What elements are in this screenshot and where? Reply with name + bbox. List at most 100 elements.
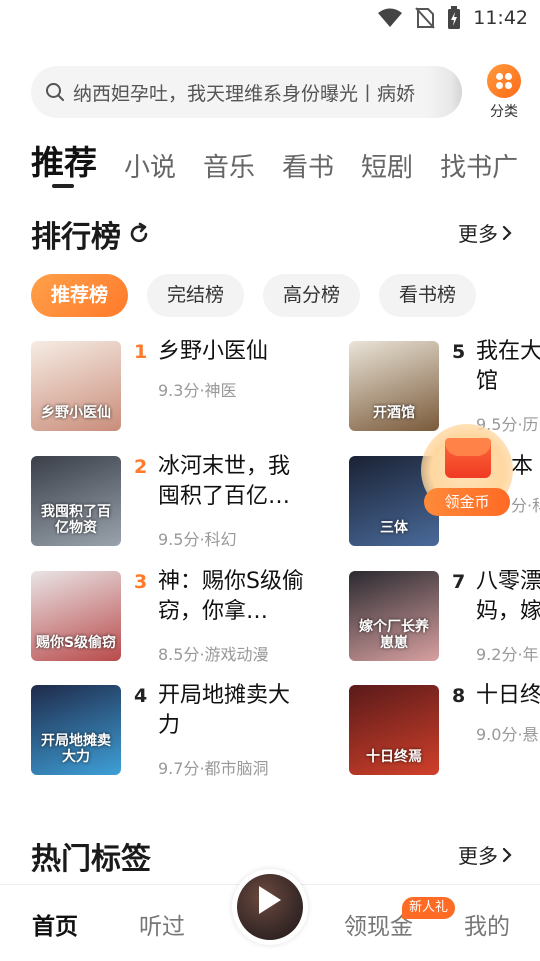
book-title-line: 冰河末世，我囤积了百亿…	[158, 454, 291, 509]
battery-charging-icon	[448, 6, 461, 29]
tab-novel[interactable]: 小说	[124, 147, 176, 184]
rank-item[interactable]: 嫁个厂长养崽崽 7 八零漂 妈，嫁 9.2分·年	[349, 569, 540, 664]
category-icon	[487, 64, 521, 98]
cover-title: 三体	[380, 520, 408, 536]
cover-title: 我囤积了百亿物资	[41, 504, 111, 536]
book-cover[interactable]: 嫁个厂长养崽崽	[349, 571, 439, 661]
book-title: 开局地摊卖大力	[158, 681, 308, 741]
top-tabs: 推荐 小说 音乐 看书 短剧 找书广	[31, 136, 540, 192]
book-meta: 9.0分·悬	[476, 725, 539, 744]
rank-item[interactable]: 十日终焉 8 十日终 9.0分·悬	[349, 683, 540, 777]
book-cover[interactable]: 赐你S级偷窃	[31, 571, 121, 661]
search-placeholder: 纳西妲孕吐，我天理维系身份曝光丨病娇	[73, 82, 416, 105]
search-icon	[46, 83, 64, 101]
ranking-title-text: 排行榜	[31, 220, 121, 255]
player-button[interactable]	[232, 869, 308, 945]
cover-title: 开酒馆	[373, 405, 415, 421]
ranking-header: 排行榜 更多	[31, 212, 512, 255]
nav-profile[interactable]: 我的	[464, 907, 510, 941]
new-user-badge: 新人礼	[402, 897, 456, 919]
search-input[interactable]: 纳西妲孕吐，我天理维系身份曝光丨病娇	[31, 66, 462, 118]
search-row: 纳西妲孕吐，我天理维系身份曝光丨病娇 分类	[31, 64, 531, 120]
rank-number: 1	[134, 341, 148, 363]
rank-number: 4	[134, 685, 148, 707]
search-fade	[426, 66, 462, 118]
rank-number: 5	[452, 341, 466, 363]
ranking-title: 排行榜	[31, 212, 512, 256]
book-title: 我在大馆	[476, 337, 540, 397]
book-cover[interactable]: 我囤积了百亿物资	[31, 456, 121, 546]
tab-music[interactable]: 音乐	[203, 147, 255, 184]
book-cover[interactable]: 开酒馆	[349, 341, 439, 431]
chip-completed[interactable]: 完结榜	[147, 274, 245, 317]
rank-number: 7	[452, 571, 466, 593]
book-title: 八零漂妈，嫁	[476, 567, 540, 627]
hot-tags-more-label: 更多	[458, 844, 498, 868]
book-meta: 8.5分·游戏动漫	[158, 645, 269, 664]
book-title-line: 十日终	[476, 683, 540, 708]
book-title: 冰河末世，我囤积了百亿…	[158, 452, 308, 512]
status-icons: 11:42	[377, 4, 528, 32]
nav-home[interactable]: 首页	[32, 907, 78, 941]
tab-find-book[interactable]: 找书广	[440, 147, 518, 184]
rank-number: 8	[452, 685, 466, 707]
rank-number: 3	[134, 571, 148, 593]
ranking-chips: 推荐榜 完结榜 高分榜 看书榜	[31, 274, 540, 318]
red-envelope-flap	[445, 438, 491, 456]
book-meta: 9.3分·神医	[158, 381, 237, 400]
rank-number: 2	[134, 456, 148, 478]
hot-tags-more-link[interactable]: 更多	[458, 840, 512, 869]
chevron-right-icon	[502, 847, 512, 862]
book-title: 乡野小医仙	[158, 337, 308, 367]
book-meta: 分·科	[511, 496, 540, 515]
book-cover[interactable]: 开局地摊卖大力	[31, 685, 121, 775]
book-title-line: 八零漂	[476, 569, 540, 594]
tab-recommend[interactable]: 推荐	[31, 136, 97, 184]
rank-item[interactable]: 赐你S级偷窃 3 神：赐你S级偷窃，你拿… 8.5分·游戏动漫	[31, 569, 331, 664]
nav-history[interactable]: 听过	[139, 907, 185, 941]
tab-read[interactable]: 看书	[282, 147, 334, 184]
category-button[interactable]: 分类	[477, 64, 531, 120]
status-time: 11:42	[473, 7, 528, 29]
book-title-line: 本	[511, 454, 534, 479]
tab-short-drama[interactable]: 短剧	[361, 147, 413, 184]
book-meta: 9.5分·科幻	[158, 530, 237, 549]
no-sim-icon	[415, 7, 435, 29]
rank-item[interactable]: 开局地摊卖大力 4 开局地摊卖大力 9.7分·都市脑洞	[31, 683, 331, 778]
cover-title: 嫁个厂长养崽崽	[359, 619, 429, 651]
ranking-more-link[interactable]: 更多	[458, 218, 512, 247]
chevron-right-icon	[502, 225, 512, 240]
refresh-icon[interactable]	[127, 222, 151, 246]
floating-reward[interactable]: 领金币	[421, 424, 513, 520]
book-title: 本	[511, 452, 540, 482]
rank-item[interactable]: 我囤积了百亿物资 2 冰河末世，我囤积了百亿… 9.5分·科幻	[31, 454, 331, 549]
ranking-more-label: 更多	[458, 222, 498, 246]
book-title: 神：赐你S级偷窃，你拿…	[158, 567, 308, 627]
book-meta: 9.7分·都市脑洞	[158, 759, 269, 778]
book-title-line: 妈，嫁	[476, 599, 540, 624]
bottom-nav: 首页 听过 领现金 新人礼 我的	[0, 869, 540, 961]
book-title-line: 馆	[476, 369, 499, 394]
book-cover[interactable]: 乡野小医仙	[31, 341, 121, 431]
book-title-line: 神：赐你S级偷窃，你拿…	[158, 569, 304, 624]
rank-item[interactable]: 开酒馆 5 我在大馆 9.5分·历	[349, 339, 540, 434]
book-cover[interactable]: 十日终焉	[349, 685, 439, 775]
book-title-line: 开局地摊卖大力	[158, 683, 291, 738]
rank-item[interactable]: 乡野小医仙 1 乡野小医仙 9.3分·神医	[31, 339, 331, 433]
hot-tags-header: 热门标签 更多	[31, 834, 512, 877]
cover-title: 乡野小医仙	[41, 405, 111, 421]
cover-title: 开局地摊卖大力	[41, 733, 111, 765]
tab-indicator	[52, 184, 74, 188]
book-title: 十日终	[476, 681, 540, 711]
status-bar: 11:42	[0, 0, 540, 36]
wifi-icon	[378, 8, 403, 27]
category-label: 分类	[490, 104, 518, 120]
chip-reading[interactable]: 看书榜	[379, 274, 477, 317]
reward-label: 领金币	[424, 488, 510, 516]
book-title-line: 我在大	[476, 339, 540, 364]
book-title-line: 乡野小医仙	[158, 339, 269, 364]
cover-title: 赐你S级偷窃	[35, 635, 117, 651]
cover-title: 十日终焉	[366, 749, 422, 765]
chip-recommend[interactable]: 推荐榜	[31, 274, 129, 317]
chip-high-score[interactable]: 高分榜	[263, 274, 361, 317]
